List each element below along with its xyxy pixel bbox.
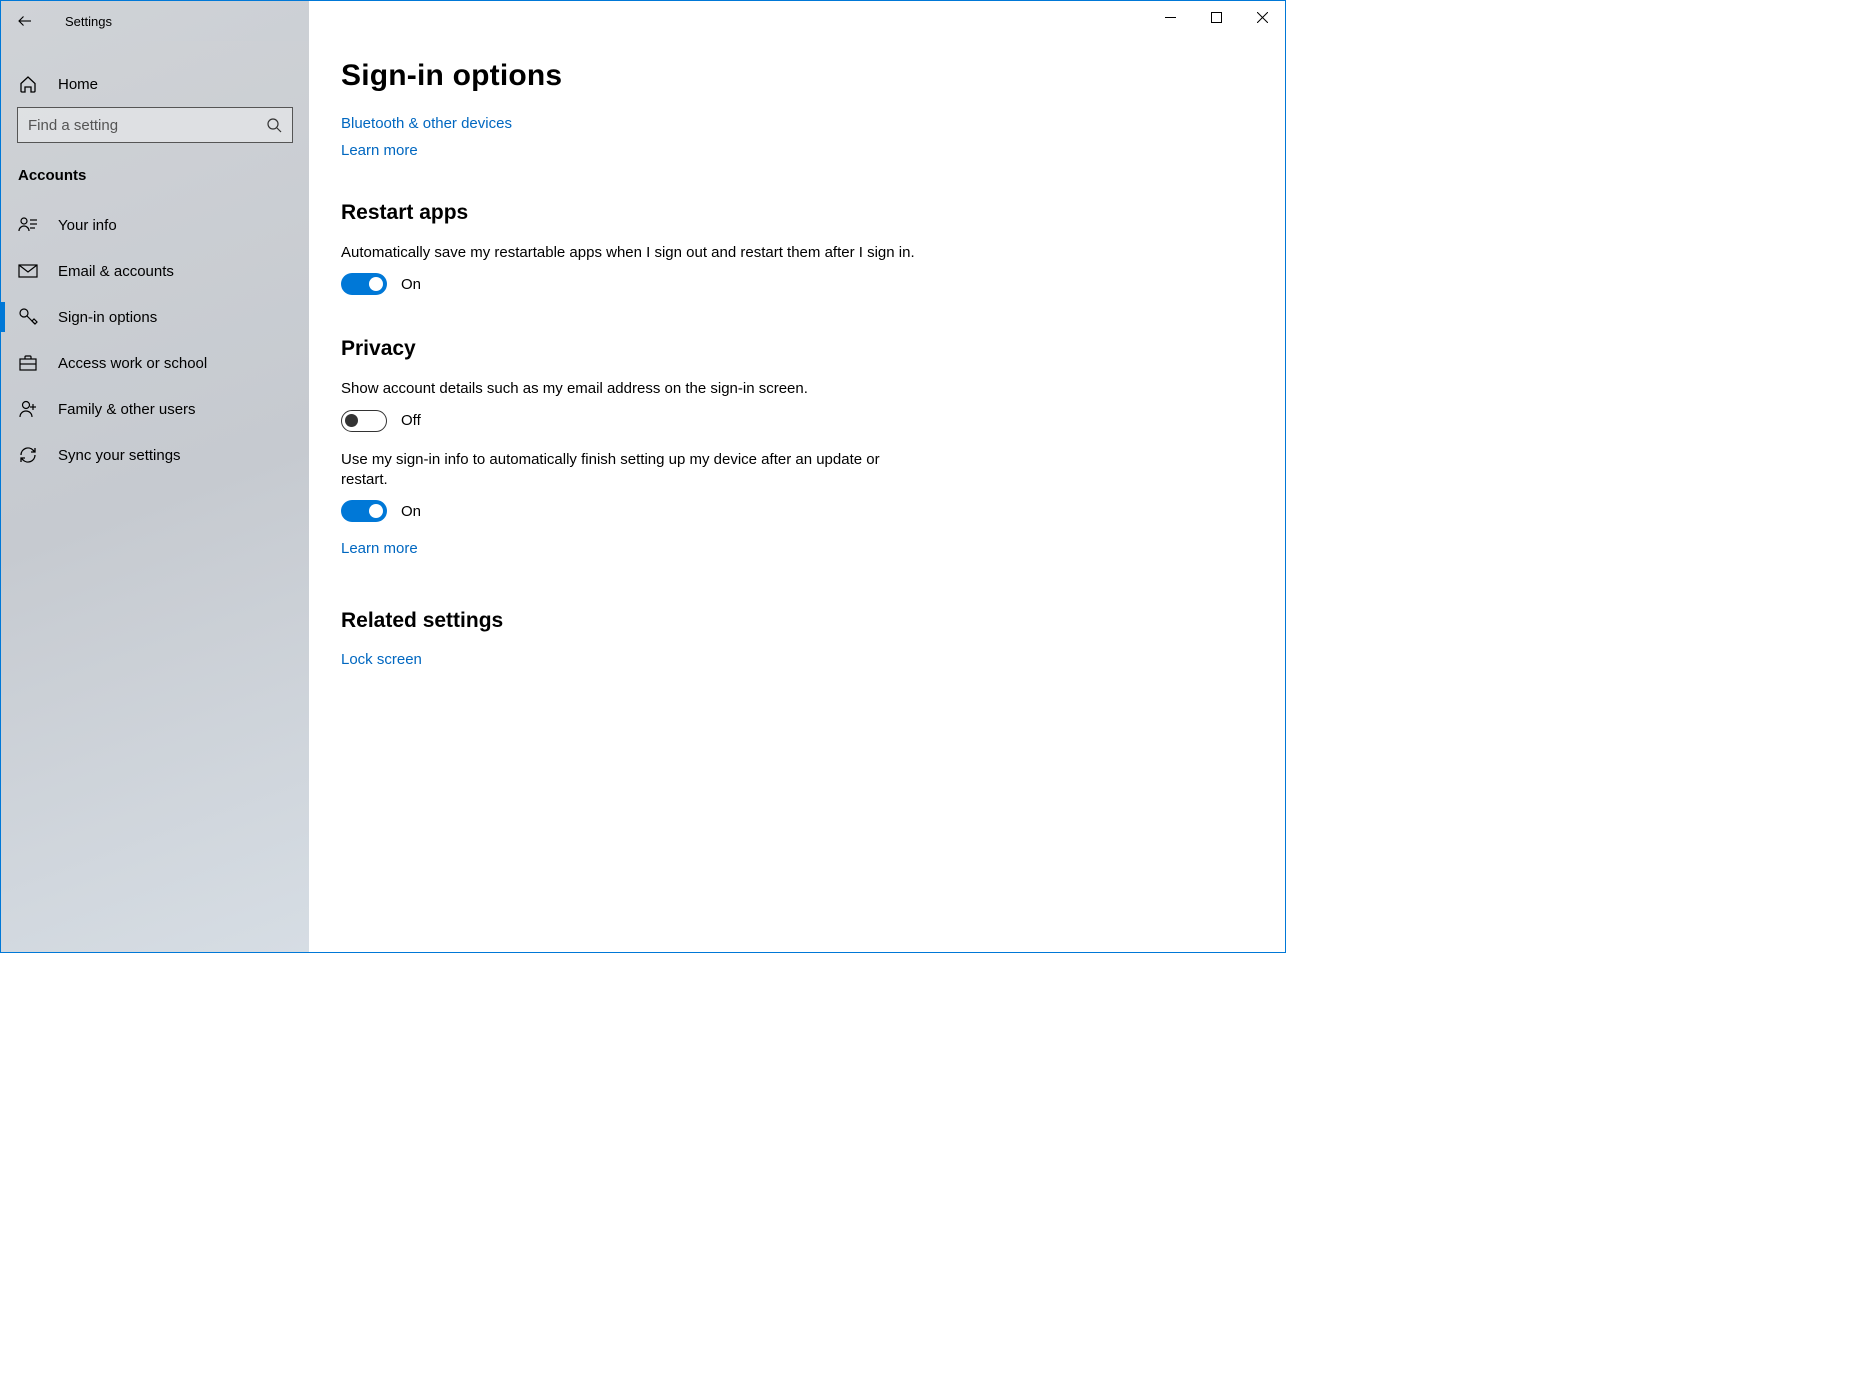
sidebar-item-family-other-users[interactable]: Family & other users [1,386,309,432]
close-button[interactable] [1239,1,1285,33]
settings-window: Settings Home [0,0,1286,953]
lock-screen-link[interactable]: Lock screen [341,651,1245,668]
sidebar-item-email-accounts[interactable]: Email & accounts [1,248,309,294]
home-nav[interactable]: Home [1,61,309,107]
app-title: Settings [65,14,112,29]
back-button[interactable] [1,1,49,41]
restart-apps-section: Restart apps Automatically save my resta… [341,201,1245,295]
search-icon [266,117,282,133]
sidebar-section-label: Accounts [1,157,309,202]
key-icon [18,307,38,327]
privacy-toggle-2[interactable] [341,500,387,522]
minimize-icon [1165,12,1176,23]
maximize-icon [1211,12,1222,23]
restart-apps-toggle-row: On [341,273,1245,295]
learn-more-link[interactable]: Learn more [341,142,1245,159]
back-arrow-icon [16,12,34,30]
sidebar-item-label: Family & other users [58,401,196,418]
your-info-icon [18,215,38,235]
window-body: Home Accounts Your info Email & ac [1,41,1285,952]
main-content[interactable]: Sign-in options Bluetooth & other device… [309,41,1285,952]
privacy-heading: Privacy [341,337,1245,361]
sidebar-item-sync-settings[interactable]: Sync your settings [1,432,309,478]
search-box[interactable] [17,107,293,143]
privacy-learn-more-link[interactable]: Learn more [341,540,1245,557]
privacy-toggle-1-label: Off [401,412,421,429]
related-settings-heading: Related settings [341,609,1245,633]
search-wrap [1,107,309,157]
page-title: Sign-in options [341,59,1245,93]
sidebar-item-label: Sync your settings [58,447,181,464]
sidebar-item-label: Access work or school [58,355,207,372]
privacy-desc-2: Use my sign-in info to automatically fin… [341,450,921,491]
restart-apps-heading: Restart apps [341,201,1245,225]
bluetooth-link[interactable]: Bluetooth & other devices [341,115,1245,132]
restart-apps-desc: Automatically save my restartable apps w… [341,243,921,263]
restart-apps-toggle[interactable] [341,273,387,295]
family-icon [18,399,38,419]
email-icon [18,261,38,281]
restart-apps-toggle-label: On [401,276,421,293]
sync-icon [18,445,38,465]
sidebar-item-access-work-school[interactable]: Access work or school [1,340,309,386]
sidebar: Home Accounts Your info Email & ac [1,41,309,952]
minimize-button[interactable] [1147,1,1193,33]
privacy-section: Privacy Show account details such as my … [341,337,1245,557]
sidebar-item-your-info[interactable]: Your info [1,202,309,248]
maximize-button[interactable] [1193,1,1239,33]
sidebar-item-label: Email & accounts [58,263,174,280]
privacy-desc-1: Show account details such as my email ad… [341,379,921,399]
related-settings-section: Related settings Lock screen [341,609,1245,668]
privacy-toggle-2-label: On [401,503,421,520]
sidebar-item-signin-options[interactable]: Sign-in options [1,294,309,340]
sidebar-item-label: Sign-in options [58,309,157,326]
privacy-toggle-1[interactable] [341,410,387,432]
sidebar-item-label: Your info [58,217,117,234]
privacy-toggle-1-row: Off [341,410,1245,432]
home-icon [18,74,38,94]
titlebar-left: Settings [1,1,112,41]
titlebar: Settings [1,1,1285,41]
privacy-toggle-2-row: On [341,500,1245,522]
home-label: Home [58,76,98,93]
briefcase-icon [18,353,38,373]
close-icon [1257,12,1268,23]
window-controls [1147,1,1285,33]
search-input[interactable] [28,117,266,134]
